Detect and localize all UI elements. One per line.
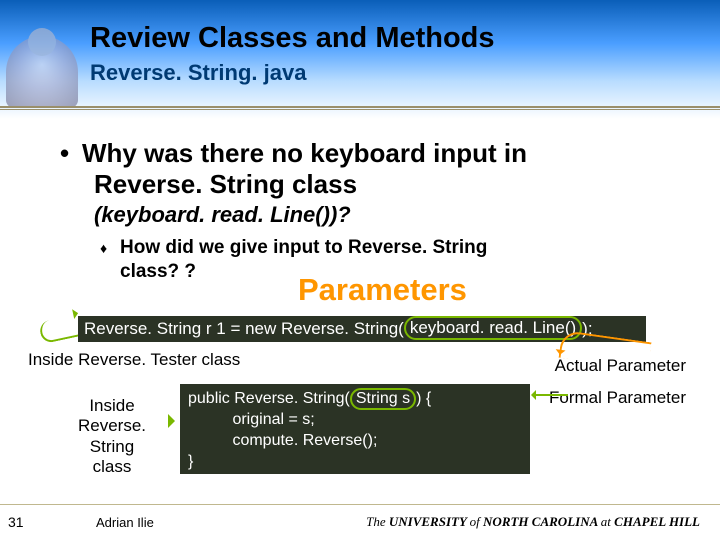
- code2-l4: }: [188, 453, 193, 470]
- subbullet-text-2: class? ?: [120, 261, 196, 282]
- inside-l2: Reverse. String: [78, 416, 146, 455]
- slide-title: Review Classes and Methods: [90, 22, 495, 55]
- code2-sig-prefix: public Reverse. String(: [188, 390, 350, 407]
- code1-arg-highlight: keyboard. read. Line(): [404, 316, 582, 340]
- inside-l1: Inside: [89, 396, 134, 415]
- subbullet-text-1: How did we give input to Reverse. String: [120, 237, 487, 258]
- univ-prefix: The: [366, 514, 389, 529]
- univ-b1: UNIVERSITY: [389, 514, 470, 529]
- parameters-label: Parameters: [298, 272, 467, 308]
- bullet-text-2: Reverse. String class: [94, 169, 690, 200]
- diamond-icon: ♦: [100, 240, 107, 258]
- footer: 31 Adrian Ilie The UNIVERSITY of NORTH C…: [0, 504, 720, 540]
- code2-l2: original = s;: [188, 411, 315, 428]
- code2-arg-highlight: String s: [350, 388, 416, 410]
- code-line-1: Reverse. String r 1 = new Reverse. Strin…: [78, 316, 646, 342]
- author-name: Adrian Ilie: [96, 515, 154, 530]
- caption-formal-parameter: Formal Parameter: [549, 388, 686, 408]
- caption-inside-class: Inside Reverse. String class: [56, 396, 168, 478]
- univ-suffix: at: [601, 514, 614, 529]
- caption-tester: Inside Reverse. Tester class: [28, 350, 240, 370]
- arrow-to-codebar: [38, 314, 84, 344]
- bullet-text-1: Why was there no keyboard input in: [82, 138, 527, 168]
- code2-sig-suffix: ) {: [416, 390, 431, 407]
- univ-b2: NORTH CAROLINA: [483, 514, 601, 529]
- page-number: 31: [8, 514, 24, 530]
- code-block-2: public Reverse. String(String s) { origi…: [180, 384, 530, 474]
- divider: [0, 106, 720, 112]
- unc-logo: [6, 36, 78, 108]
- univ-mid: of: [470, 514, 483, 529]
- arrow-formal: [532, 394, 568, 396]
- code1-prefix: Reverse. String r 1 = new Reverse. Strin…: [84, 319, 404, 338]
- bullet-main: •Why was there no keyboard input in Reve…: [60, 138, 690, 200]
- code2-l3: compute. Reverse();: [188, 432, 377, 449]
- slide-subtitle: Reverse. String. java: [90, 60, 306, 86]
- question-line: (keyboard. read. Line())?: [94, 202, 690, 228]
- univ-b3: CHAPEL HILL: [614, 514, 700, 529]
- university-line: The UNIVERSITY of NORTH CAROLINA at CHAP…: [366, 514, 700, 530]
- inside-l3: class: [93, 457, 132, 476]
